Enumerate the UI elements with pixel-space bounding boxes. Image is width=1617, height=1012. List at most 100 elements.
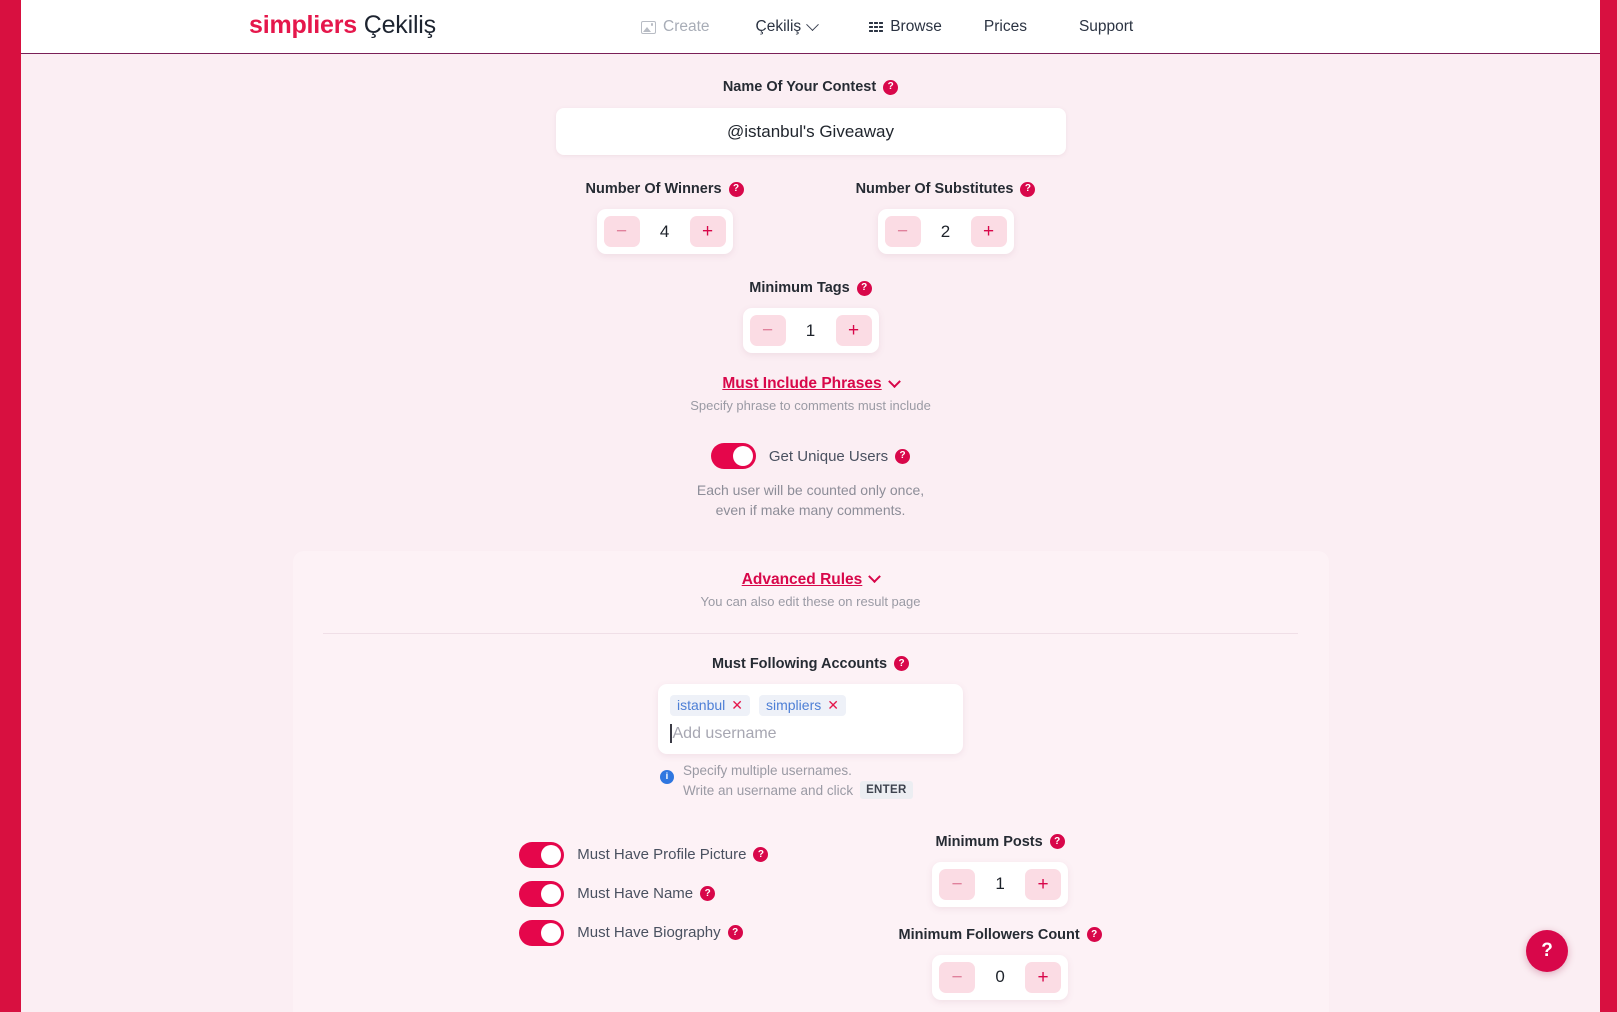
nav-label-cekilis: Çekiliş xyxy=(755,18,802,35)
must-have-name-toggle[interactable] xyxy=(519,880,565,907)
site-header: simpliers Çekiliş Create Çekiliş Browse xyxy=(21,0,1600,54)
help-icon-biography[interactable]: ? xyxy=(727,925,743,941)
username-hint: i Specify multiple usernames. Write an u… xyxy=(658,761,963,800)
get-unique-users-toggle[interactable] xyxy=(710,443,756,469)
winners-group: Number Of Winners ? − 4 + xyxy=(586,181,744,254)
minimum-posts-value[interactable]: 1 xyxy=(975,874,1025,894)
help-icon-contest-name[interactable]: ? xyxy=(883,79,899,95)
username-tag[interactable]: istanbul ✕ xyxy=(670,694,750,716)
help-icon-minimum-posts[interactable]: ? xyxy=(1049,834,1065,850)
must-following-label-text: Must Following Accounts xyxy=(711,655,888,672)
add-username-input[interactable]: Add username xyxy=(670,723,951,745)
help-icon-profile-picture[interactable]: ? xyxy=(753,847,769,863)
enter-key-badge: ENTER xyxy=(860,781,913,800)
nav-label-create: Create xyxy=(663,18,710,35)
text-caret xyxy=(670,724,672,744)
must-have-biography-row: Must Have Biography ? xyxy=(519,919,768,946)
contest-form: Name Of Your Contest ? @istanbul's Givea… xyxy=(21,79,1600,1012)
help-icon-name[interactable]: ? xyxy=(700,886,716,902)
minimum-tags-group: Minimum Tags ? − 1 + xyxy=(21,280,1600,353)
logo-brand: simpliers xyxy=(249,11,357,39)
advanced-rules-panel: Advanced Rules You can also edit these o… xyxy=(292,550,1329,1012)
remove-tag-icon[interactable]: ✕ xyxy=(827,697,839,714)
minimum-posts-label: Minimum Posts ? xyxy=(936,834,1065,850)
username-tag-label: istanbul xyxy=(677,697,726,714)
profile-requirement-toggles: Must Have Profile Picture ? Must Have Na… xyxy=(519,834,769,946)
help-icon-minimum-tags[interactable]: ? xyxy=(856,280,872,296)
minimum-followers-label: Minimum Followers Count ? xyxy=(898,926,1102,943)
winners-decrement-button[interactable]: − xyxy=(603,216,640,247)
minimum-followers-stepper: − 0 + xyxy=(932,954,1069,1000)
help-icon-must-following[interactable]: ? xyxy=(894,656,910,672)
substitutes-label-text: Number Of Substitutes xyxy=(855,181,1014,197)
minimum-tags-label: Minimum Tags ? xyxy=(749,280,872,296)
winners-label-text: Number Of Winners xyxy=(585,181,722,197)
username-tag-label: simpliers xyxy=(766,697,822,714)
minimum-posts-stepper: − 1 + xyxy=(932,861,1069,907)
get-unique-users-note: Each user will be counted only once, eve… xyxy=(21,480,1600,521)
must-have-biography-label: Must Have Biography ? xyxy=(577,924,743,942)
minimum-tags-value[interactable]: 1 xyxy=(786,321,836,341)
get-unique-users-label-text: Get Unique Users xyxy=(768,447,889,465)
must-include-phrases-note: Specify phrase to comments must include xyxy=(690,398,931,413)
contest-name-label: Name Of Your Contest ? xyxy=(21,79,1600,95)
must-have-name-row: Must Have Name ? xyxy=(519,880,768,907)
minimum-tags-decrement-button[interactable]: − xyxy=(749,315,786,346)
minimum-followers-decrement-button[interactable]: − xyxy=(939,961,976,993)
minimum-followers-value[interactable]: 0 xyxy=(975,967,1025,987)
help-icon-winners[interactable]: ? xyxy=(728,181,744,197)
logo[interactable]: simpliers Çekiliş xyxy=(249,11,436,40)
must-include-phrases-toggle[interactable]: Must Include Phrases xyxy=(21,374,1600,393)
info-icon: i xyxy=(660,769,674,784)
advanced-rules-label: Advanced Rules xyxy=(741,570,863,588)
help-icon-unique-users[interactable]: ? xyxy=(895,448,911,464)
winners-label: Number Of Winners ? xyxy=(586,181,744,197)
contest-name-label-text: Name Of Your Contest xyxy=(722,79,877,95)
chevron-down-icon-phrases xyxy=(887,374,901,388)
username-hint-text: Specify multiple usernames. Write an use… xyxy=(683,761,913,800)
advanced-rules-toggle[interactable]: Advanced Rules xyxy=(293,570,1329,589)
minimum-followers-increment-button[interactable]: + xyxy=(1025,961,1062,993)
minimum-posts-increment-button[interactable]: + xyxy=(1025,868,1062,900)
remove-tag-icon[interactable]: ✕ xyxy=(731,697,743,714)
winners-stepper: − 4 + xyxy=(596,209,733,254)
minimum-tags-increment-button[interactable]: + xyxy=(835,315,872,346)
help-icon-substitutes[interactable]: ? xyxy=(1020,181,1036,197)
advanced-bottom-row: Must Have Profile Picture ? Must Have Na… xyxy=(293,834,1329,1000)
minimum-posts-decrement-button[interactable]: − xyxy=(939,868,976,900)
must-have-name-label-text: Must Have Name xyxy=(577,885,694,903)
substitutes-increment-button[interactable]: + xyxy=(970,216,1007,247)
winners-increment-button[interactable]: + xyxy=(689,216,726,247)
must-have-biography-toggle[interactable] xyxy=(519,919,565,946)
nav-label-browse: Browse xyxy=(890,18,942,35)
substitutes-decrement-button[interactable]: − xyxy=(884,216,921,247)
must-following-label: Must Following Accounts ? xyxy=(293,656,1329,672)
get-unique-users-label: Get Unique Users ? xyxy=(768,447,911,465)
add-username-placeholder: Add username xyxy=(672,724,777,742)
minimum-followers-label-text: Minimum Followers Count xyxy=(898,926,1080,943)
browser-frame: simpliers Çekiliş Create Çekiliş Browse xyxy=(0,0,1617,1012)
help-icon-minimum-followers[interactable]: ? xyxy=(1086,927,1102,943)
nav-item-cekilis[interactable]: Çekiliş xyxy=(755,17,820,36)
contest-name-input[interactable]: @istanbul's Giveaway xyxy=(555,108,1066,155)
help-fab-button[interactable]: ? xyxy=(1526,930,1568,972)
must-have-profile-picture-toggle[interactable] xyxy=(519,841,565,868)
substitutes-value[interactable]: 2 xyxy=(921,222,971,242)
winners-value[interactable]: 4 xyxy=(640,222,690,242)
logo-product: Çekiliş xyxy=(363,11,436,39)
nav-item-support[interactable]: Support xyxy=(1079,18,1133,36)
page: simpliers Çekiliş Create Çekiliş Browse xyxy=(21,0,1600,1012)
nav-item-create[interactable]: Create xyxy=(641,18,710,36)
advanced-rules-note: You can also edit these on result page xyxy=(700,593,921,609)
nav-label-support: Support xyxy=(1078,18,1134,35)
get-unique-users-row: Get Unique Users ? xyxy=(21,443,1600,469)
must-have-biography-label-text: Must Have Biography xyxy=(577,924,721,942)
username-tag-list: istanbul ✕ simpliers ✕ xyxy=(670,694,951,716)
must-have-profile-picture-label: Must Have Profile Picture ? xyxy=(577,846,769,863)
username-tag[interactable]: simpliers ✕ xyxy=(759,694,846,716)
nav-item-browse[interactable]: Browse xyxy=(869,18,942,36)
unique-users-note-line1: Each user will be counted only once, xyxy=(696,482,925,498)
minimum-tags-label-text: Minimum Tags xyxy=(749,280,850,296)
nav-item-prices[interactable]: Prices xyxy=(984,18,1027,36)
must-following-tag-input[interactable]: istanbul ✕ simpliers ✕ Add username xyxy=(658,683,963,754)
